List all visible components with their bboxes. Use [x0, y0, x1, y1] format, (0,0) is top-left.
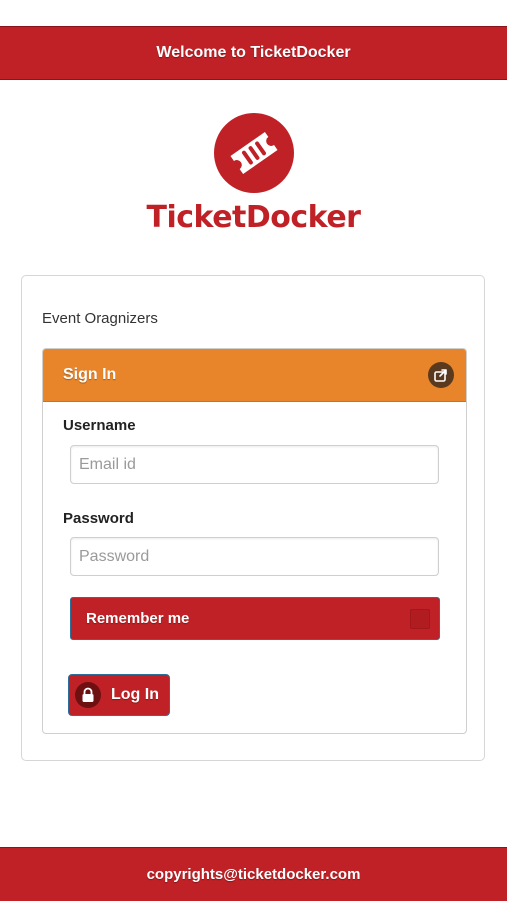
sign-in-panel: Sign In Username Password Remember me: [42, 348, 467, 734]
username-label: Username: [63, 417, 136, 434]
header-title: Welcome to TicketDocker: [156, 44, 351, 61]
sign-in-header: Sign In: [43, 349, 466, 402]
logo-wordmark: TicketDocker: [146, 200, 361, 235]
sign-in-title: Sign In: [63, 366, 117, 383]
app-footer: copyrights@ticketdocker.com: [0, 847, 507, 901]
remember-me-toggle[interactable]: Remember me: [70, 597, 440, 640]
password-label: Password: [63, 510, 134, 527]
app-header: Welcome to TicketDocker: [0, 26, 507, 80]
login-card: Event Oragnizers Sign In Username Passwo…: [21, 275, 485, 761]
footer-copyright: copyrights@ticketdocker.com: [146, 866, 361, 883]
remember-me-label: Remember me: [86, 610, 190, 627]
password-input[interactable]: [70, 537, 439, 576]
lock-icon: [75, 682, 101, 708]
username-input[interactable]: [70, 445, 439, 484]
card-subtitle: Event Oragnizers: [42, 310, 158, 327]
remember-me-checkbox[interactable]: [410, 608, 430, 629]
brand-logo: TicketDocker: [0, 112, 507, 235]
login-button[interactable]: Log In: [68, 674, 170, 716]
login-button-label: Log In: [111, 686, 159, 703]
ticket-logo-icon: [213, 113, 294, 193]
share-icon[interactable]: [428, 362, 454, 388]
